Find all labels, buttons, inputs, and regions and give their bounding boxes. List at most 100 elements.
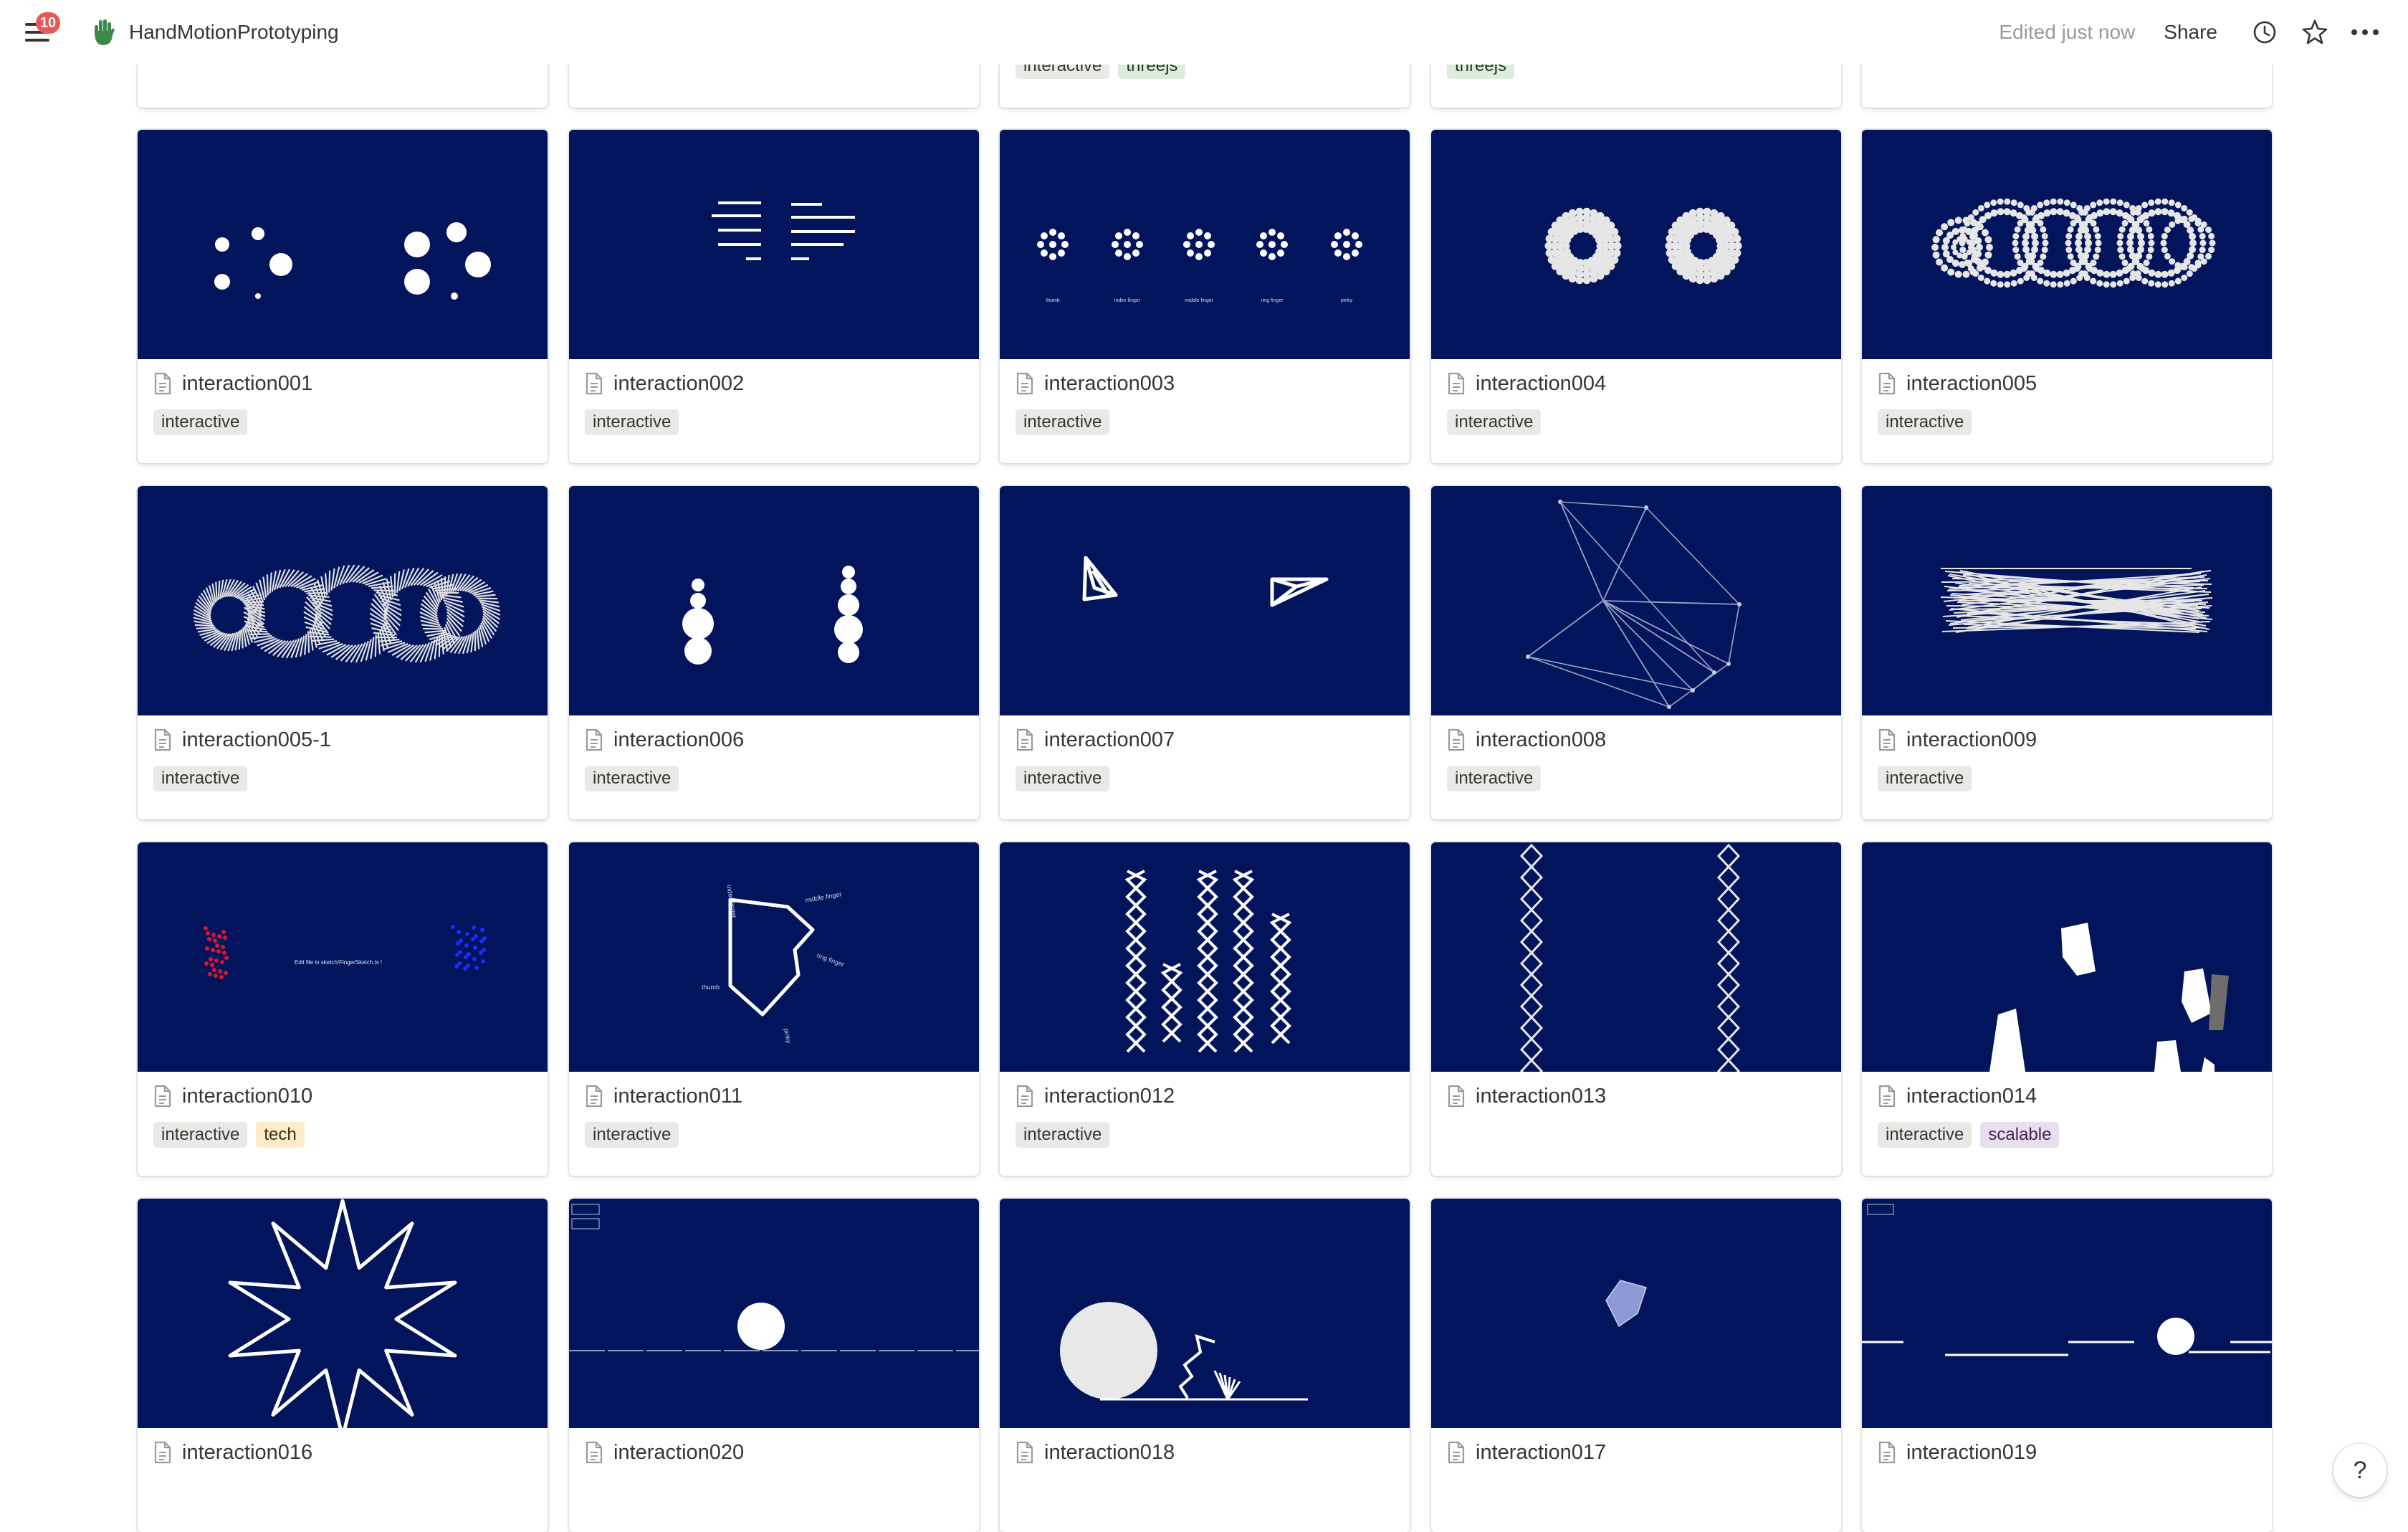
card-title: interaction019 [1878,1438,2037,1467]
thumb-label: middle finger [1185,298,1214,303]
edited-status: Edited just now [1999,21,2135,44]
card-thumbnail [1000,842,1410,1072]
card-thumbnail [1862,486,2272,715]
gallery-card[interactable]: interaction005-1interactive [138,486,548,819]
gallery-card[interactable]: interaction001interactive [138,130,548,463]
gallery-card[interactable]: interaction009 interactive [1862,486,2272,819]
card-title-text: interaction003 [1044,372,1175,396]
card-thumbnail [1431,486,1841,715]
gallery-card[interactable]: interaction012 interactive [1000,842,1410,1176]
finger-label: thumb [702,984,720,991]
card-thumbnail [1862,1199,2272,1428]
tag: interactive [153,1122,247,1148]
gallery-card[interactable]: interaction006 interactive [569,486,979,819]
thumb-label: pinky [1341,298,1353,303]
page-icon [153,1441,172,1464]
card-thumbnail [1431,1199,1841,1428]
page-icon [585,372,603,395]
card-thumbnail [138,486,548,715]
card-thumbnail [1431,842,1841,1072]
more-button[interactable] [2351,18,2379,47]
more-dots-icon [2351,29,2379,36]
gallery-card[interactable]: interaction016 [138,1199,548,1532]
card-title-text: interaction005-1 [182,728,331,752]
finger-label: ring finger [816,951,845,968]
tag-list: interactive [1016,409,1118,435]
gallery-grid: interactivethreejsthreejsinteraction001i… [0,0,2408,1505]
history-button[interactable] [2250,18,2279,47]
card-title-text: interaction016 [182,1441,312,1465]
thumb-label: ring finger [1261,298,1284,303]
card-thumbnail [1862,842,2272,1072]
tag-list: interactive [1447,409,1549,435]
favorite-button[interactable] [2300,18,2329,47]
page-icon [585,728,603,751]
gallery-card[interactable]: interaction017 [1431,1199,1841,1532]
gallery-card[interactable]: interaction019 [1862,1199,2272,1532]
card-title-text: interaction009 [1906,728,2037,752]
gallery-card[interactable]: interaction007interactive [1000,486,1410,819]
card-thumbnail: index fingermiddle fingerring fingerpink… [569,842,979,1072]
thumb-note: Edit file in sketch/FingerSketch.ts ! [295,959,382,966]
gallery-card[interactable]: Edit file in sketch/FingerSketch.ts ! int… [138,842,548,1176]
page-icon [585,1085,603,1108]
page-icon [1878,372,1896,395]
tag: interactive [585,1122,679,1148]
gallery-card[interactable]: interaction004interactive [1431,130,1841,463]
page-icon [1447,1085,1466,1108]
card-title-text: interaction007 [1044,728,1175,752]
card-title: interaction006 [585,725,744,754]
card-thumbnail [569,1199,979,1428]
tag-list: interactive [585,409,687,435]
gallery-card[interactable]: interaction020 [569,1199,979,1532]
tag: interactive [1878,409,1972,435]
card-title-text: interaction005 [1906,372,2037,396]
card-title-text: interaction012 [1044,1085,1175,1108]
card-title-text: interaction020 [613,1441,744,1465]
gallery-card[interactable]: interaction018 [1000,1199,1410,1532]
sidebar-menu-button[interactable]: 10 [22,16,53,48]
gallery-card[interactable]: interaction008 interactive [1431,486,1841,819]
card-title-text: interaction017 [1476,1441,1606,1465]
card-title: interaction002 [585,369,744,398]
card-thumbnail: Edit file in sketch/FingerSketch.ts ! [138,842,548,1072]
clock-icon [2252,20,2277,44]
card-title: interaction016 [153,1438,312,1467]
help-button[interactable]: ? [2333,1444,2386,1497]
gallery-card[interactable]: interaction013 [1431,842,1841,1176]
page-icon [1447,372,1466,395]
tag-list: interactivescalable [1878,1122,2068,1148]
page-icon [1878,728,1896,751]
card-title-text: interaction010 [182,1085,312,1108]
tag: interactive [1016,1122,1109,1148]
card-title-text: interaction002 [613,372,744,396]
tag: interactive [153,409,247,435]
card-title: interaction020 [585,1438,744,1467]
gallery-card[interactable]: index fingermiddle fingerring fingerpink… [569,842,979,1176]
card-title: interaction007 [1016,725,1175,754]
tag: interactive [1447,409,1541,435]
gallery-card[interactable]: interaction014interactivescalable [1862,842,2272,1176]
gallery-card[interactable]: thumbindex fingermiddle fingerring finge… [1000,130,1410,463]
page-icon [153,372,172,395]
page-icon [1878,1441,1896,1464]
tag-list: interactive [1447,766,1549,791]
card-title: interaction018 [1016,1438,1175,1467]
tag-list: interactive [585,766,687,791]
gallery-card[interactable]: interaction002 interactive [569,130,979,463]
page-icon [1878,1085,1896,1108]
card-thumbnail [569,130,979,359]
tag: scalable [1980,1122,2059,1148]
tag-list: interactive [1878,766,1980,791]
finger-label: pinky [783,1028,793,1045]
tag-list: interactive [585,1122,687,1148]
card-title-text: interaction011 [613,1085,742,1108]
gallery-card[interactable]: interaction005 interactive [1862,130,2272,463]
star-icon [2301,19,2328,46]
card-thumbnail [1000,486,1410,715]
card-title-text: interaction008 [1476,728,1606,752]
share-button[interactable]: Share [2164,21,2217,44]
card-title: interaction013 [1447,1082,1606,1110]
page-icon [1016,1441,1034,1464]
card-title: interaction003 [1016,369,1175,398]
